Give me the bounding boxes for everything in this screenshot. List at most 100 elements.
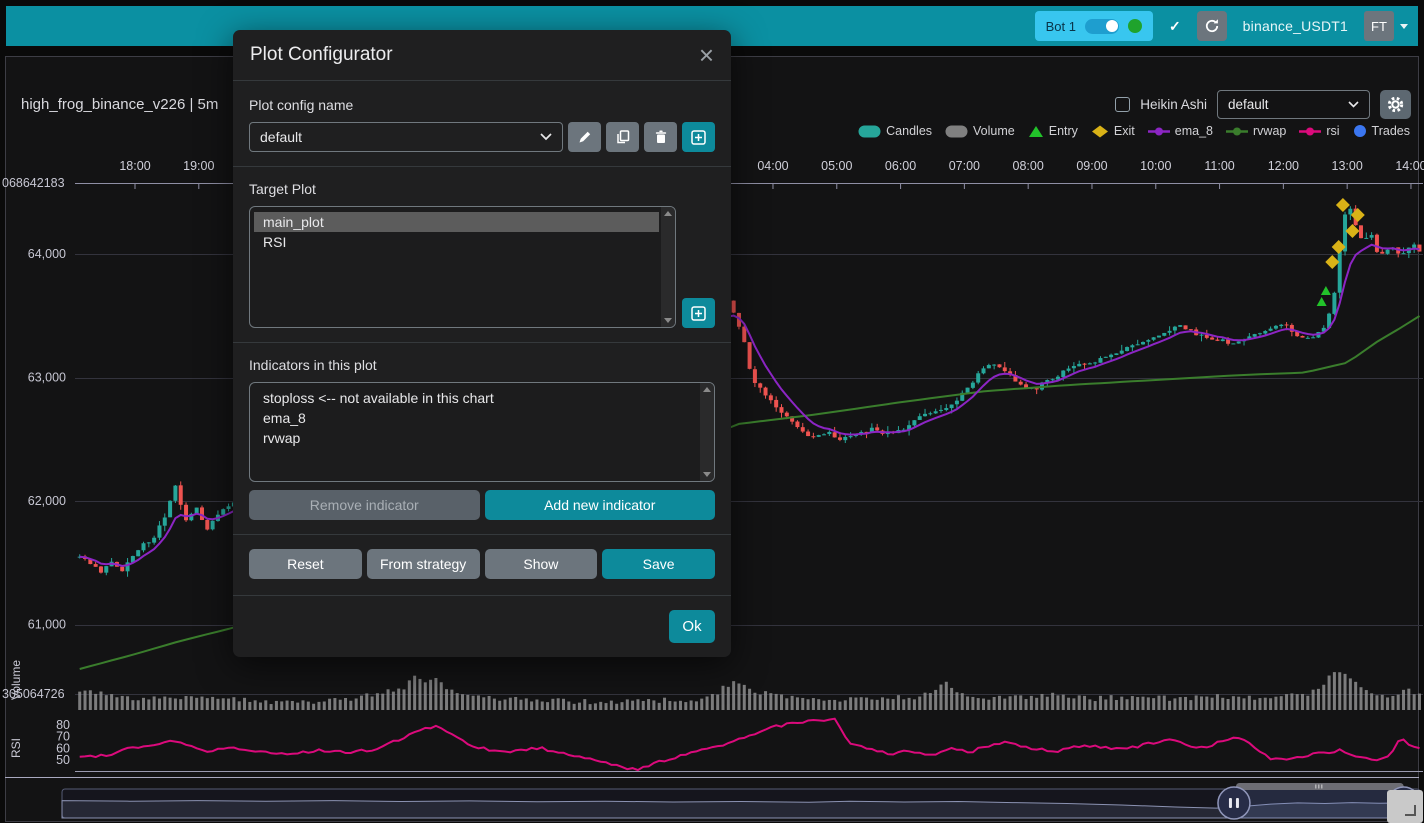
config-name-select[interactable]: default — [249, 122, 563, 152]
delete-config-button[interactable] — [644, 122, 677, 152]
legend-item-entry[interactable]: Entry — [1028, 124, 1078, 138]
indicators-listbox[interactable]: stoploss <-- not available in this chart… — [249, 382, 715, 482]
bot-toggle[interactable] — [1085, 19, 1119, 34]
scroll-up-icon[interactable] — [703, 387, 711, 392]
show-button[interactable]: Show — [485, 549, 598, 579]
indicator-item[interactable]: rvwap — [254, 428, 698, 448]
indicator-item[interactable]: ema_8 — [254, 408, 698, 428]
exit-marker — [1336, 198, 1350, 212]
legend-item-candles[interactable]: Candles — [858, 124, 932, 138]
chevron-down-icon — [540, 133, 552, 141]
volume-pane-label: Volume — [9, 660, 23, 700]
legend-item-trades[interactable]: Trades — [1353, 124, 1410, 138]
bot-selector-pill[interactable]: Bot 1 — [1035, 11, 1153, 41]
time-tick-label: 12:00 — [1268, 159, 1299, 173]
price-tick-label: 068642183 — [2, 176, 65, 190]
time-tick-label: 19:00 — [183, 159, 214, 173]
rsi-tick-label: 50 — [56, 753, 70, 767]
add-new-indicator-button[interactable]: Add new indicator — [485, 490, 716, 520]
time-tick-label: 05:00 — [821, 159, 852, 173]
rsi-pane-label: RSI — [9, 738, 23, 758]
add-subplot-button[interactable] — [682, 298, 715, 328]
legend-item-rsi[interactable]: rsi — [1299, 124, 1339, 138]
plot-settings-button[interactable] — [1380, 90, 1411, 119]
legend-item-volume[interactable]: Volume — [945, 124, 1015, 138]
gear-icon — [1387, 96, 1404, 113]
legend-label: Exit — [1114, 124, 1135, 138]
trash-icon — [654, 130, 668, 144]
time-tick-label: 04:00 — [757, 159, 788, 173]
rename-config-button[interactable] — [568, 122, 601, 152]
time-tick-label: 08:00 — [1013, 159, 1044, 173]
time-tick-label: 13:00 — [1332, 159, 1363, 173]
reset-button[interactable]: Reset — [249, 549, 362, 579]
time-tick-label: 06:00 — [885, 159, 916, 173]
rsi-line-icon — [1299, 125, 1321, 138]
legend-label: Candles — [886, 124, 932, 138]
trades-dot-icon — [1353, 124, 1367, 138]
heikin-ashi-label: Heikin Ashi — [1140, 97, 1207, 112]
rvwap-line-icon — [1226, 125, 1248, 138]
horizontal-scrollbar[interactable] — [1236, 783, 1404, 790]
plot-configurator-modal: Plot Configurator × Plot config name def… — [233, 30, 731, 657]
scroll-down-icon[interactable] — [703, 472, 711, 477]
entry-marker — [1317, 297, 1327, 306]
plus-square-icon — [691, 306, 706, 321]
target-plot-listbox[interactable]: main_plotRSI — [249, 206, 676, 328]
exit-diamond-icon — [1091, 125, 1109, 138]
close-button[interactable]: × — [699, 45, 714, 65]
heikin-ashi-checkbox[interactable] — [1115, 97, 1130, 112]
volume-series — [78, 672, 1421, 710]
target-plot-item-main_plot[interactable]: main_plot — [254, 212, 659, 232]
legend-item-ema_8[interactable]: ema_8 — [1148, 124, 1213, 138]
from-strategy-button[interactable]: From strategy — [367, 549, 480, 579]
legend-label: rvwap — [1253, 124, 1286, 138]
datazoom-navigator[interactable] — [62, 783, 1420, 818]
chevron-down-icon[interactable] — [1400, 24, 1408, 29]
account-label: binance_USDT1 — [1243, 18, 1348, 34]
save-button[interactable]: Save — [602, 549, 715, 579]
entry-marker — [1321, 286, 1331, 295]
refresh-button[interactable] — [1197, 11, 1227, 41]
legend-label: rsi — [1326, 124, 1339, 138]
listbox-scrollbar[interactable] — [700, 383, 714, 481]
price-tick-label: 64,000 — [28, 247, 66, 261]
bot-name-label: Bot 1 — [1046, 19, 1076, 34]
price-tick-label: 63,000 — [28, 371, 66, 385]
strategy-pair-title: high_frog_binance_v226 | 5m — [21, 96, 218, 113]
chevron-down-icon — [1348, 101, 1359, 108]
price-axis: 06864218364,00063,00062,00061,0003050647… — [2, 176, 70, 767]
indicator-item[interactable]: stoploss <-- not available in this chart — [254, 388, 698, 408]
legend-item-exit[interactable]: Exit — [1091, 124, 1135, 138]
config-name-select-value: default — [260, 129, 302, 145]
ema_8-line-icon — [1148, 125, 1170, 138]
time-tick-label: 11:00 — [1204, 159, 1234, 173]
copy-icon — [616, 130, 630, 144]
plot-config-select[interactable]: default — [1217, 90, 1370, 119]
legend-item-rvwap[interactable]: rvwap — [1226, 124, 1286, 138]
chart-legend: Candles Volume Entry Exit ema_8 rvwap rsi Trade… — [858, 124, 1410, 138]
scroll-down-icon[interactable] — [664, 318, 672, 323]
target-plot-label: Target Plot — [249, 181, 715, 197]
toggle-knob — [1106, 20, 1118, 32]
pencil-icon — [578, 130, 592, 144]
ok-button[interactable]: Ok — [669, 610, 715, 643]
navigator-left-handle[interactable] — [1218, 787, 1250, 819]
user-avatar[interactable]: FT — [1364, 11, 1394, 41]
target-plot-item-rsi[interactable]: RSI — [254, 232, 659, 252]
exit-marker — [1325, 255, 1339, 269]
plus-square-icon — [691, 130, 706, 145]
remove-indicator-button[interactable]: Remove indicator — [249, 490, 480, 520]
duplicate-config-button[interactable] — [606, 122, 639, 152]
plot-config-select-value: default — [1228, 97, 1269, 112]
add-config-button[interactable] — [682, 122, 715, 152]
listbox-scrollbar[interactable] — [661, 207, 675, 327]
bot-online-dot — [1128, 19, 1142, 33]
scroll-up-icon[interactable] — [664, 211, 672, 216]
navigator-selected-window[interactable] — [1234, 789, 1404, 818]
exit-marker — [1351, 208, 1365, 222]
resize-corner-handle[interactable] — [1387, 790, 1423, 823]
legend-label: Entry — [1049, 124, 1078, 138]
plot-config-name-label: Plot config name — [249, 97, 715, 113]
refresh-icon — [1204, 18, 1220, 34]
